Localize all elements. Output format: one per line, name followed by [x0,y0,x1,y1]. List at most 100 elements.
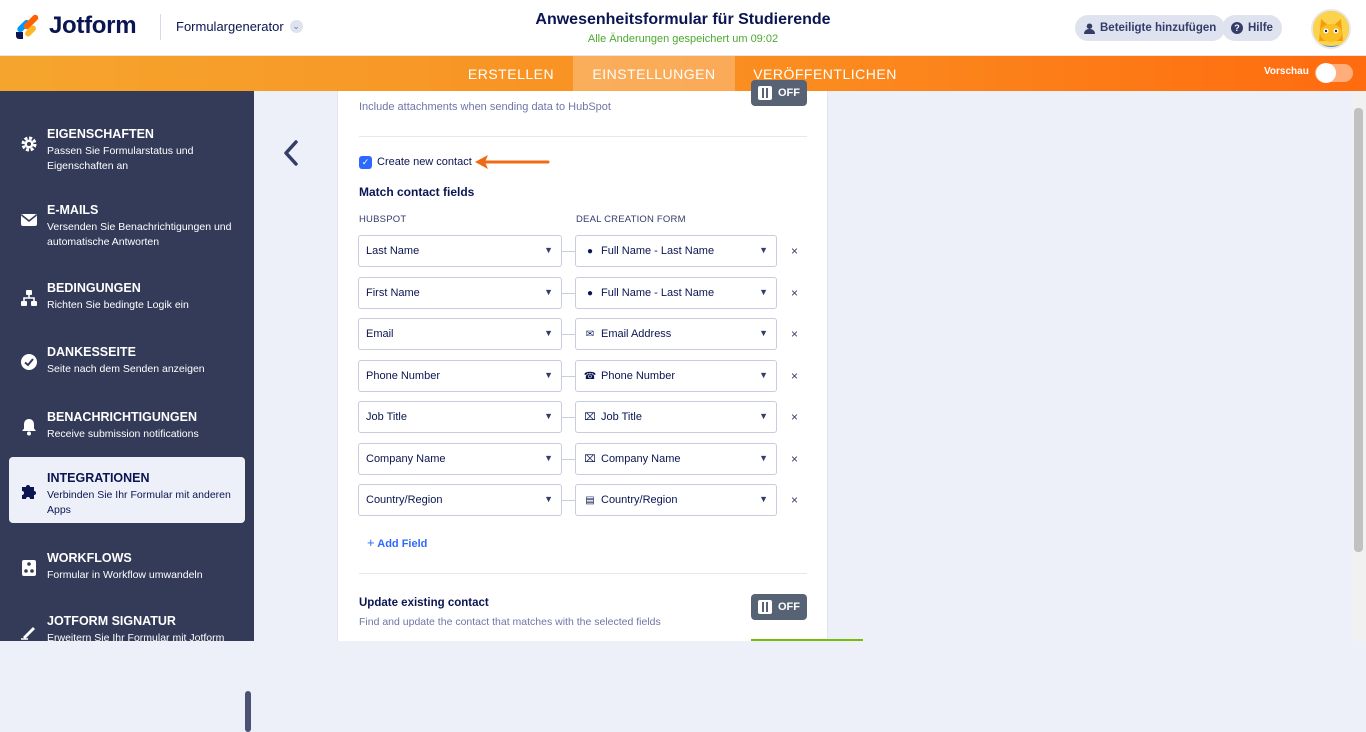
remove-row-icon[interactable]: × [791,286,798,300]
tab-erstellen[interactable]: ERSTELLEN [455,56,567,91]
help-button[interactable]: ? Hilfe [1222,15,1282,41]
create-contact-label[interactable]: Create new contact [377,156,472,168]
builder-dropdown[interactable]: Formulargenerator ⌄ [176,19,303,34]
sidebar-item-title: BEDINGUNGEN [47,281,141,295]
remove-row-icon[interactable]: × [791,369,798,383]
page-scrollbar-thumb[interactable] [1354,108,1363,552]
create-contact-checkbox[interactable]: ✓ [359,156,372,169]
logo-text: Jotform [49,12,137,39]
user-icon [1084,22,1095,34]
select-value: Phone Number [601,370,675,382]
connector-line [562,251,575,252]
tab-einstellungen[interactable]: EINSTELLUNGEN [573,56,735,91]
text-field-icon: ⌧ [584,411,596,423]
chevron-down-icon: ⌄ [289,20,303,33]
avatar[interactable] [1311,9,1351,49]
select-value: First Name [366,287,420,299]
remove-row-icon[interactable]: × [791,452,798,466]
form-field-select[interactable]: ● Full Name - Last Name ▼ [575,277,777,309]
chevron-down-icon: ▼ [544,494,553,504]
form-field-select[interactable]: ☎ Phone Number ▼ [575,360,777,392]
chevron-down-icon: ▼ [544,328,553,338]
bell-icon [22,419,36,436]
update-contact-description: Find and update the contact that matches… [359,616,661,628]
sidebar-item-desc: Erweitern Sie Ihr Formular mit Jotform [47,632,225,644]
workflow-icon [22,560,36,576]
select-value: Last Name [366,245,420,257]
main-nav: ERSTELLEN EINSTELLUNGEN VERÖFFENTLICHEN … [0,56,1366,91]
select-value: Email [366,328,394,340]
jotform-logo-mark-icon [16,13,40,39]
update-contact-toggle[interactable]: OFF [751,594,807,620]
chevron-left-icon[interactable] [283,140,299,166]
gear-icon [21,136,37,152]
settings-sidebar: EIGENSCHAFTEN Passen Sie Formularstatus … [0,91,254,732]
chevron-down-icon: ▼ [544,411,553,421]
form-field-select[interactable]: ✉ Email Address ▼ [575,318,777,350]
select-value: Job Title [366,411,407,423]
form-field-select[interactable]: ▤ Country/Region ▼ [575,484,777,516]
sidebar-item-title: WORKFLOWS [47,551,132,565]
select-value: Country/Region [366,494,443,506]
sidebar-item-title: E-MAILS [47,203,99,217]
sidebar-item-desc: Richten Sie bedingte Logik ein [47,299,189,311]
annotation-arrow-icon [475,155,550,169]
plus-icon: + [367,535,375,550]
sidebar-item-desc: Receive submission notifications [47,428,199,440]
cat-avatar-icon [1313,11,1349,47]
sidebar-item-workflows[interactable]: WORKFLOWS Formular in Workflow umwandeln [9,537,245,603]
help-label: Hilfe [1248,22,1273,34]
hubspot-field-select[interactable]: Last Name ▼ [358,235,562,267]
hubspot-field-select[interactable]: Job Title ▼ [358,401,562,433]
jotform-logo[interactable]: Jotform [16,12,137,40]
toggle-bars-icon [758,86,772,100]
hubspot-field-select[interactable]: Phone Number ▼ [358,360,562,392]
form-field-select[interactable]: ⌧ Company Name ▼ [575,443,777,475]
sidebar-item-bedingungen[interactable]: BEDINGUNGEN Richten Sie bedingte Logik e… [9,267,245,333]
user-icon: ● [586,287,594,299]
chevron-down-icon: ▼ [759,370,768,380]
remove-row-icon[interactable]: × [791,410,798,424]
hubspot-field-select[interactable]: First Name ▼ [358,277,562,309]
form-title[interactable]: Anwesenheitsformular für Studierende [483,11,883,29]
toggle-label: OFF [778,601,800,613]
sidebar-item-dankesseite[interactable]: DANKESSEITE Seite nach dem Senden anzeig… [9,331,245,397]
envelope-icon: ✉ [585,328,595,340]
sidebar-item-title: EIGENSCHAFTEN [47,127,154,141]
form-title-area: Anwesenheitsformular für Studierende All… [483,11,883,45]
form-field-select[interactable]: ⌧ Job Title ▼ [575,401,777,433]
add-collaborators-button[interactable]: Beteiligte hinzufügen [1075,15,1226,41]
sidebar-item-integrationen[interactable]: INTEGRATIONEN Verbinden Sie Ihr Formular… [9,457,245,523]
chevron-down-icon: ▼ [759,411,768,421]
select-value: Job Title [601,411,642,423]
remove-row-icon[interactable]: × [791,244,798,258]
select-value: Company Name [366,453,446,465]
sidebar-item-emails[interactable]: E-MAILS Versenden Sie Benachrichtigungen… [9,189,245,255]
sidebar-item-desc: Verbinden Sie Ihr Formular mit anderen A… [47,489,231,516]
sidebar-scrollbar[interactable] [245,691,251,732]
chevron-down-icon: ▼ [544,370,553,380]
sidebar-item-title: BENACHRICHTIGUNGEN [47,410,197,424]
sidebar-item-signatur[interactable]: JOTFORM SIGNATUR Erweitern Sie Ihr Formu… [9,600,245,666]
sidebar-item-eigenschaften[interactable]: EIGENSCHAFTEN Passen Sie Formularstatus … [9,113,245,179]
send-attachments-toggle[interactable]: OFF [751,80,807,106]
hubspot-field-select[interactable]: Email ▼ [358,318,562,350]
form-field-select[interactable]: ● Full Name - Last Name ▼ [575,235,777,267]
remove-row-icon[interactable]: × [791,493,798,507]
add-field-button[interactable]: + Add Field [367,535,427,550]
update-contact-title: Update existing contact [359,597,489,609]
chevron-down-icon: ▼ [544,245,553,255]
chevron-down-icon: ▼ [759,453,768,463]
hubspot-field-select[interactable]: Country/Region ▼ [358,484,562,516]
connector-line [562,500,575,501]
hubspot-field-select[interactable]: Company Name ▼ [358,443,562,475]
toggle-bars-icon [758,600,772,614]
preview-toggle[interactable] [1315,63,1353,83]
sidebar-item-benachrichtigungen[interactable]: BENACHRICHTIGUNGEN Receive submission no… [9,396,245,462]
select-value: Country/Region [601,494,678,506]
remove-row-icon[interactable]: × [791,327,798,341]
dropdown-field-icon: ▤ [585,494,595,506]
connector-line [562,293,575,294]
select-value: Full Name - Last Name [601,245,715,257]
sitemap-icon [21,290,37,306]
